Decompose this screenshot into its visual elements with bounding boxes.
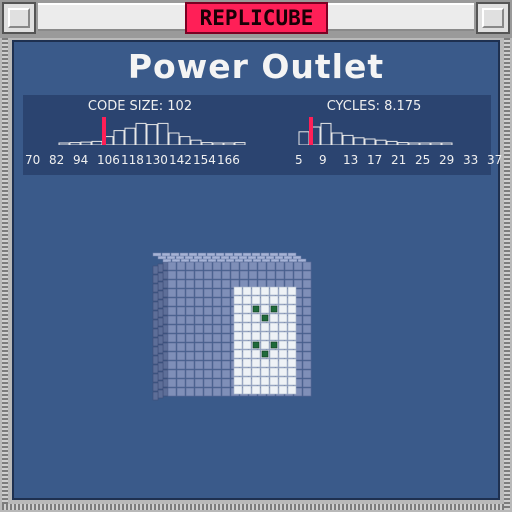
- puzzle-panel: Power Outlet CODE SIZE: 102 70 82 94 106 118…: [12, 40, 502, 500]
- code-size-stat: CODE SIZE: 102 70 82 94 106 118 130 142 154 166: [23, 95, 257, 175]
- histogram-bar: [419, 142, 431, 145]
- tick-label: 154: [193, 153, 216, 167]
- code-size-histogram: [58, 117, 246, 145]
- histogram-bar: [397, 142, 409, 145]
- histogram-bar: [364, 138, 376, 145]
- tick-label: 142: [169, 153, 192, 167]
- histogram-bar: [69, 142, 81, 145]
- cycles-histogram: [298, 117, 453, 145]
- tick-label: 33: [463, 153, 479, 167]
- tick-label: 166: [217, 153, 240, 167]
- histogram-bar: [223, 142, 235, 145]
- tick-label: 21: [391, 153, 407, 167]
- player-score-marker: [309, 117, 313, 145]
- power-outlet-cube: [152, 252, 312, 401]
- histogram-bar: [408, 142, 420, 145]
- title-bar: REPLICUBE: [0, 0, 512, 38]
- cycles-label: CYCLES: 8.175: [326, 99, 422, 114]
- histogram-bar: [331, 132, 343, 145]
- window-close-button[interactable]: [476, 2, 510, 34]
- histogram-bar: [201, 142, 213, 145]
- histogram-bar: [146, 124, 158, 145]
- tick-label: 25: [415, 153, 431, 167]
- app-window: REPLICUBE Power Outlet CODE SIZE: 102 70…: [0, 0, 512, 512]
- histogram-bar: [386, 140, 398, 145]
- histogram-bar: [234, 142, 246, 145]
- window-menu-button[interactable]: [2, 2, 36, 34]
- histogram-bar: [298, 131, 310, 145]
- histogram-bar: [441, 142, 453, 145]
- code-size-label: CODE SIZE: 102: [87, 99, 193, 114]
- stats-bar: CODE SIZE: 102 70 82 94 106 118 130 142 154 166 …: [23, 95, 502, 175]
- tick-label: 70: [25, 153, 41, 167]
- histogram-bar: [113, 130, 125, 145]
- histogram-bar: [320, 122, 332, 145]
- histogram-bar: [80, 141, 92, 145]
- tick-label: 9: [319, 153, 327, 167]
- histogram-bar: [190, 139, 202, 145]
- player-score-marker: [102, 117, 106, 145]
- tick-label: 118: [121, 153, 144, 167]
- tick-label: 94: [73, 153, 89, 167]
- app-title-badge: REPLICUBE: [185, 2, 328, 34]
- tick-label: 130: [145, 153, 168, 167]
- cycles-stat: CYCLES: 8.175 5 9 13 17 21 25 29 33 37: [257, 95, 502, 175]
- histogram-bar: [168, 132, 180, 145]
- tick-label: 106: [97, 153, 120, 167]
- histogram-bar: [179, 136, 191, 145]
- histogram-bar: [157, 122, 169, 145]
- puzzle-title: Power Outlet: [127, 47, 385, 86]
- tick-label: 82: [49, 153, 65, 167]
- histogram-bar: [353, 137, 365, 145]
- histogram-bar: [58, 142, 70, 145]
- tick-label: 5: [295, 153, 303, 167]
- cube-viewport[interactable]: [144, 232, 344, 412]
- histogram-bar: [135, 122, 147, 145]
- tick-label: 37: [487, 153, 503, 167]
- tick-label: 17: [367, 153, 383, 167]
- tick-label: 29: [439, 153, 455, 167]
- frame-bottom-strip: [2, 504, 510, 510]
- histogram-bar: [342, 134, 354, 145]
- histogram-bar: [430, 142, 442, 145]
- histogram-bar: [124, 127, 136, 145]
- tick-label: 13: [343, 153, 359, 167]
- histogram-bar: [375, 139, 387, 145]
- histogram-bar: [91, 140, 103, 145]
- histogram-bar: [212, 142, 224, 145]
